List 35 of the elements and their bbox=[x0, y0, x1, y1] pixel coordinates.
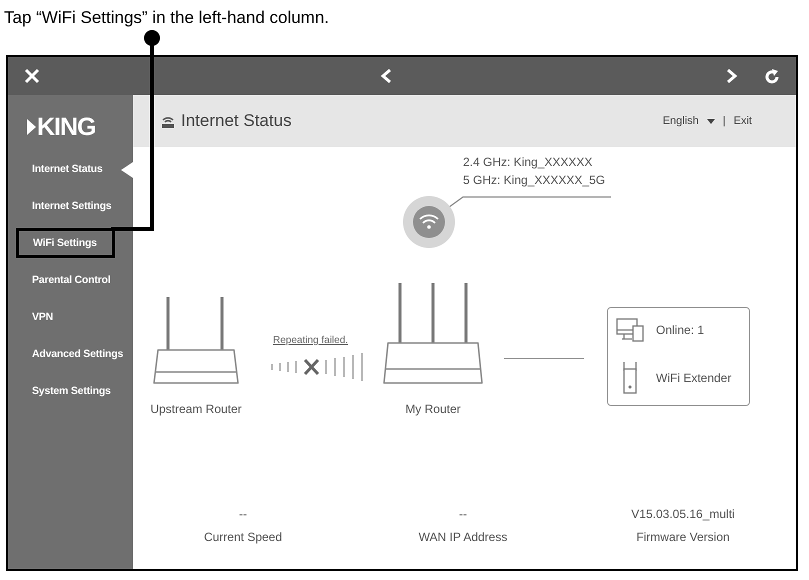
sidebar-item[interactable]: Advanced Settings bbox=[8, 336, 133, 373]
language-dropdown[interactable]: English bbox=[662, 115, 715, 127]
logo-triangle-icon bbox=[27, 119, 36, 135]
stat-label: Current Speed bbox=[204, 530, 282, 544]
separator-text: | bbox=[722, 115, 726, 127]
close-icon[interactable] bbox=[24, 68, 40, 84]
page-title: Internet Status bbox=[181, 111, 292, 131]
exit-link[interactable]: Exit bbox=[734, 115, 752, 127]
wifi-icon[interactable] bbox=[403, 196, 455, 248]
online-count: Online: 1 bbox=[656, 322, 704, 337]
caret-icon bbox=[706, 118, 715, 124]
device-label: My Router bbox=[404, 402, 462, 416]
router-icon bbox=[161, 114, 175, 128]
ssid-text: 2.4 GHz: King_XXXXXX bbox=[463, 155, 592, 169]
sidebar-item[interactable]: Parental Control bbox=[8, 262, 133, 299]
sidebar-item[interactable]: VPN bbox=[8, 299, 133, 336]
stat-label: Firmware Version bbox=[636, 530, 730, 544]
extender-label: WiFi Extender bbox=[656, 371, 732, 386]
chevron-right-icon[interactable] bbox=[726, 69, 738, 83]
stat-value: -- bbox=[239, 507, 247, 521]
stat-label: WAN IP Address bbox=[418, 530, 508, 544]
computer-icon bbox=[616, 318, 644, 342]
sidebar-item[interactable]: Internet Status bbox=[8, 151, 133, 188]
sidebar-item[interactable]: Internet Settings bbox=[8, 188, 133, 225]
stat-value: V15.03.05.16_multi bbox=[631, 507, 735, 521]
status-link[interactable]: Repeating failed. bbox=[273, 335, 348, 346]
refresh-icon[interactable] bbox=[764, 68, 780, 84]
device-label: Upstream Router bbox=[149, 402, 243, 416]
stat-value: -- bbox=[459, 507, 467, 521]
chevron-left-icon[interactable] bbox=[380, 69, 392, 83]
sidebar-item[interactable]: System Settings bbox=[8, 373, 133, 410]
ssid-text: 5 GHz: King_XXXXXX_5G bbox=[463, 173, 606, 187]
instruction-text: Tap “WiFi Settings” in the left-hand column. bbox=[4, 8, 330, 28]
logo-text: KING bbox=[37, 115, 96, 139]
sidebar-item[interactable]: WiFi Settings bbox=[16, 228, 115, 258]
